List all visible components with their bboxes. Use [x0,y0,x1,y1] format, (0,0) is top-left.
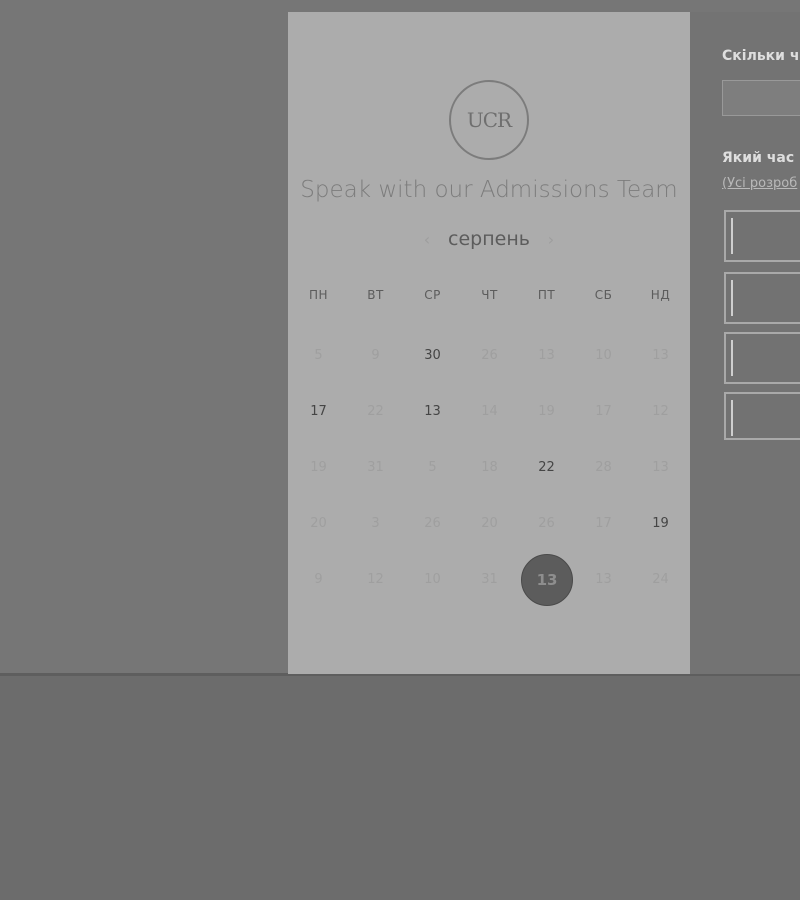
calendar-day[interactable]: 13 [404,404,461,419]
duration-field[interactable] [722,80,800,116]
calendar-day: 12 [367,571,384,587]
booking-modal: UCR Speak with our Admissions Team ‹ сер… [288,12,690,674]
calendar-day: 26 [538,515,555,531]
calendar-day: 3 [371,515,380,531]
calendar-day: 13 [595,571,612,587]
question-duration-label: Скільки ча [722,48,800,64]
weekday-wed: СР [424,288,441,302]
calendar-day: 13 [652,347,669,363]
calendar-grid: 5 9 30 26 13 10 13 17 22 13 14 19 17 12 19 31 5 18 22 28 13 2… [290,327,690,607]
calendar-day: 10 [424,571,441,587]
weekday-fri: ПТ [537,288,556,302]
weekday-sun: НД [650,288,671,302]
calendar-day[interactable]: 17 [290,404,347,419]
time-option-4[interactable] [724,392,800,440]
weekday-tue: ВТ [367,288,384,302]
month-navigation: ‹ серпень › [288,228,690,256]
calendar-day: 5 [314,347,323,363]
time-option-2[interactable] [724,272,800,324]
calendar-day: 28 [595,459,612,475]
chevron-right-icon[interactable]: › [542,230,560,252]
calendar-week: 5 9 30 26 13 10 13 [290,327,690,383]
selected-day-circle[interactable]: 13 [521,554,573,606]
calendar-day: 9 [371,347,380,363]
calendar-day: 13 [652,459,669,475]
calendar-day: 20 [481,515,498,531]
calendar-day[interactable]: 22 [518,460,575,475]
calendar-day: 19 [310,459,327,475]
calendar-day: 17 [595,403,612,419]
calendar-day: 26 [481,347,498,363]
calendar-day: 17 [595,515,612,531]
calendar-day: 14 [481,403,498,419]
calendar-day: 13 [538,347,555,363]
ucr-logo: UCR [449,80,529,160]
calendar-day: 20 [310,515,327,531]
modal-title: Speak with our Admissions Team [300,177,678,203]
calendar-day: 10 [595,347,612,363]
time-option-1[interactable] [724,210,800,262]
calendar-day: 31 [367,459,384,475]
calendar-day: 24 [652,571,669,587]
calendar-week: 9 12 10 31 13 13 24 [290,551,690,607]
weekday-sat: СБ [594,288,613,302]
calendar-week: 19 31 5 18 22 28 13 [290,439,690,495]
time-option-3[interactable] [724,332,800,384]
question-time-sublabel: (Усі розроб [722,176,798,191]
weekday-thu: ЧТ [481,288,498,302]
calendar-day: 9 [314,571,323,587]
calendar-week: 20 3 26 20 26 17 19 [290,495,690,551]
month-label: серпень [448,228,530,250]
calendar-day: 18 [481,459,498,475]
calendar-day: 12 [652,403,669,419]
calendar-day: 22 [367,403,384,419]
calendar-week: 17 22 13 14 19 17 12 [290,383,690,439]
calendar-day: 19 [538,403,555,419]
question-time-label: Який час [722,150,795,166]
calendar-day: 31 [481,571,498,587]
weekday-header: ПН ВТ СР ЧТ ПТ СБ НД [290,288,690,302]
weekday-mon: ПН [308,288,329,302]
calendar-day: 26 [424,515,441,531]
right-form-panel: Скільки ча Який час (Усі розроб [690,12,800,674]
calendar-day[interactable]: 30 [404,348,461,363]
calendar-day[interactable]: 19 [632,516,689,531]
calendar-day: 5 [428,459,437,475]
